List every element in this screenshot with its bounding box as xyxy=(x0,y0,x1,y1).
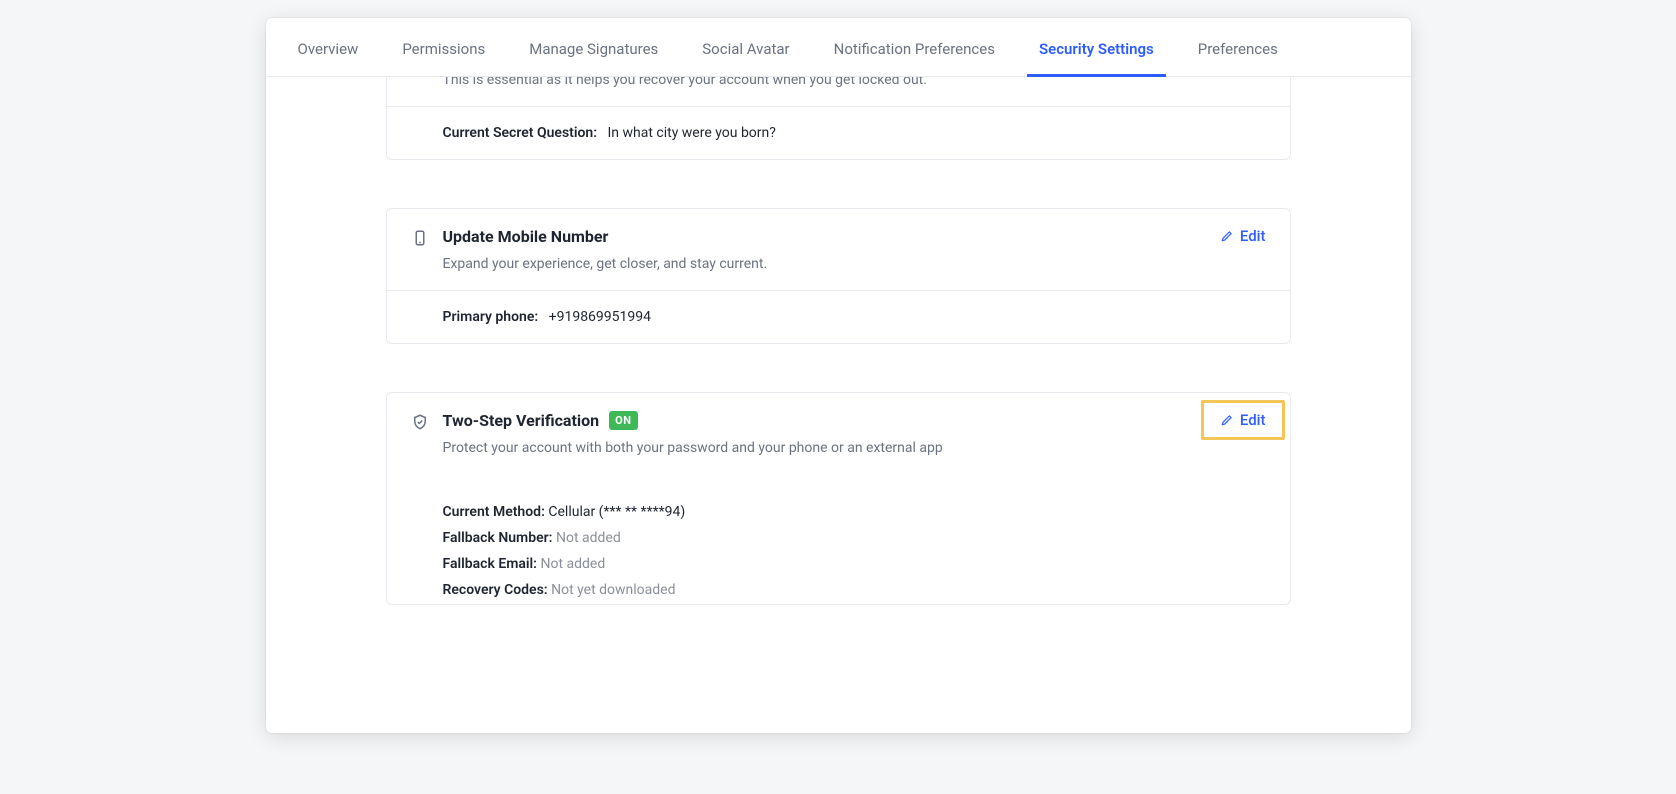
tab-notification-preferences[interactable]: Notification Preferences xyxy=(814,18,1015,76)
primary-phone-value: +919869951994 xyxy=(549,309,651,325)
tsv-current-method-row: Current Method: Cellular (*** ** ****94) xyxy=(443,504,1266,520)
primary-phone-label: Primary phone: xyxy=(443,309,539,325)
tsv-fallback-email-row: Fallback Email: Not added xyxy=(443,556,1266,572)
phone-icon xyxy=(411,229,429,247)
tab-permissions[interactable]: Permissions xyxy=(382,18,505,76)
tsv-fallback-email-label: Fallback Email xyxy=(443,556,534,572)
tsv-card-title: Two-Step Verification xyxy=(443,411,600,430)
edit-mobile-link[interactable]: Edit xyxy=(1220,227,1266,245)
edit-highlight-annotation: Edit xyxy=(1201,400,1285,440)
tsv-fallback-number-row: Fallback Number: Not added xyxy=(443,530,1266,546)
tsv-recovery-codes-value: Not yet downloaded xyxy=(551,582,675,598)
secret-question-description: This is essential as it helps you recove… xyxy=(443,77,1266,88)
edit-label: Edit xyxy=(1240,227,1266,245)
pencil-icon xyxy=(1220,229,1234,243)
tsv-fallback-number-value: Not added xyxy=(556,530,621,546)
settings-window: Overview Permissions Manage Signatures S… xyxy=(266,18,1411,733)
secret-question-value: In what city were you born? xyxy=(607,125,775,141)
mobile-card-title: Update Mobile Number xyxy=(443,227,1220,246)
primary-phone-row: Primary phone: +919869951994 xyxy=(443,309,1266,325)
secret-question-row: Current Secret Question: In what city we… xyxy=(443,125,1266,141)
tsv-recovery-codes-label: Recovery Codes xyxy=(443,582,544,598)
shield-icon xyxy=(411,413,429,431)
tsv-recovery-codes-row: Recovery Codes: Not yet downloaded xyxy=(443,582,1266,598)
two-step-verification-card: Two-Step Verification ON Protect your ac… xyxy=(386,392,1291,605)
pencil-icon xyxy=(1220,413,1234,427)
tsv-fallback-email-value: Not added xyxy=(540,556,605,572)
tab-preferences[interactable]: Preferences xyxy=(1178,18,1298,76)
content-area: This is essential as it helps you recove… xyxy=(266,77,1411,733)
tsv-card-description: Protect your account with both your pass… xyxy=(443,440,1201,456)
tab-overview[interactable]: Overview xyxy=(278,18,379,76)
edit-tsv-link[interactable]: Edit xyxy=(1220,411,1266,429)
tab-social-avatar[interactable]: Social Avatar xyxy=(682,18,809,76)
secret-question-card: This is essential as it helps you recove… xyxy=(386,77,1291,160)
tsv-current-method-label: Current Method xyxy=(443,504,542,520)
secret-question-label: Current Secret Question: xyxy=(443,125,598,141)
mobile-card-description: Expand your experience, get closer, and … xyxy=(443,256,1220,272)
tab-security-settings[interactable]: Security Settings xyxy=(1019,18,1174,76)
edit-label: Edit xyxy=(1240,411,1266,429)
tsv-status-badge: ON xyxy=(609,411,637,430)
tsv-current-method-value: Cellular (*** ** ****94) xyxy=(548,504,685,520)
tab-bar: Overview Permissions Manage Signatures S… xyxy=(266,18,1411,77)
mobile-number-card: Update Mobile Number Expand your experie… xyxy=(386,208,1291,344)
tsv-fallback-number-label: Fallback Number xyxy=(443,530,549,546)
tab-manage-signatures[interactable]: Manage Signatures xyxy=(509,18,678,76)
